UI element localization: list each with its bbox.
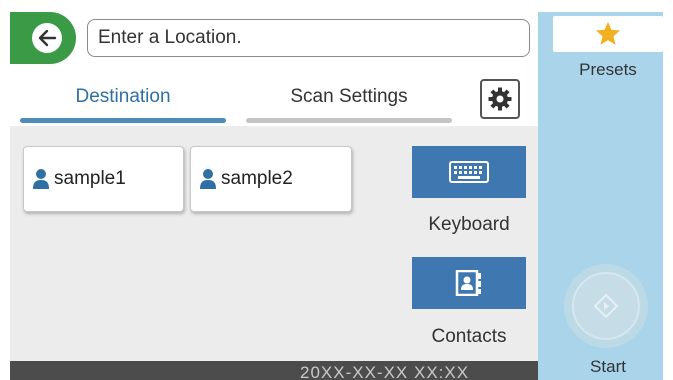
- contact-name: sample2: [221, 168, 293, 189]
- top-bar: Enter a Location.: [10, 12, 538, 70]
- right-panel: Presets Start: [538, 12, 663, 380]
- start-label: Start: [590, 357, 626, 376]
- person-icon: [200, 169, 216, 189]
- presets-label: Presets: [579, 60, 637, 79]
- contacts-book-icon: [455, 270, 481, 296]
- start-diamond-icon: [593, 293, 619, 319]
- start-button[interactable]: [564, 264, 648, 348]
- status-datetime: 20XX-XX-XX XX:XX: [300, 363, 470, 380]
- location-input[interactable]: Enter a Location.: [87, 19, 530, 57]
- keyboard-label: Keyboard: [428, 214, 510, 235]
- settings-button[interactable]: [480, 79, 520, 119]
- star-icon: [595, 21, 621, 45]
- start-button-face: [572, 272, 640, 340]
- tab-bar: Destination Scan Settings: [10, 70, 538, 126]
- contacts-label: Contacts: [431, 326, 507, 347]
- keyboard-button[interactable]: [412, 146, 526, 198]
- keyboard-icon: [449, 161, 489, 183]
- scan-screen: Enter a Location. Destination Scan Setti…: [10, 12, 663, 380]
- back-arrow-icon: [32, 23, 62, 53]
- tab-scan-settings-indicator: [246, 118, 452, 123]
- presets-button[interactable]: [553, 16, 663, 52]
- contact-card[interactable]: sample2: [190, 146, 352, 212]
- contacts-button[interactable]: [412, 257, 526, 309]
- contact-card[interactable]: sample1: [23, 146, 184, 212]
- contact-name: sample1: [54, 168, 126, 189]
- gear-icon: [488, 87, 512, 111]
- status-bar: 20XX-XX-XX XX:XX: [10, 361, 538, 380]
- person-icon: [33, 169, 49, 189]
- main-panel: Enter a Location. Destination Scan Setti…: [10, 12, 538, 380]
- tab-destination-indicator: [20, 118, 226, 123]
- back-button[interactable]: [10, 12, 76, 64]
